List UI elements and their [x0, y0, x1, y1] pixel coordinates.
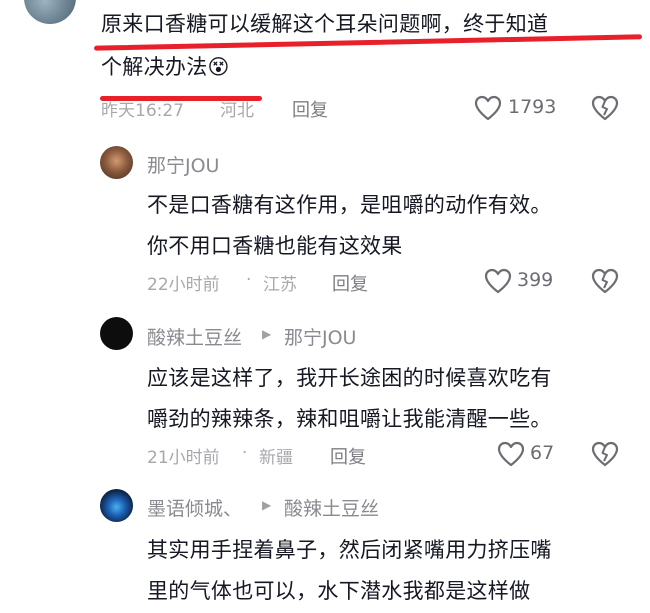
comment-text-line-1: 其实用手捏着鼻子，然后闭紧嘴用力挤压嘴 [147, 538, 552, 562]
comment-text-line-2: 你不用口香糖也能有这效果 [147, 234, 403, 258]
reply-button[interactable]: 回复 [292, 96, 328, 122]
separator-dot: · [246, 270, 252, 290]
reply-to-username[interactable]: 那宁JOU [284, 323, 356, 350]
avatar[interactable] [24, 0, 76, 24]
avatar[interactable] [100, 146, 133, 179]
like-count: 1793 [508, 96, 557, 118]
comment-text-line-1: 原来口香糖可以缓解这个耳朵问题啊，终于知道 [101, 12, 549, 36]
dislike-icon[interactable] [591, 268, 619, 294]
username[interactable]: 那宁JOU [147, 151, 219, 178]
dislike-icon[interactable] [591, 441, 619, 467]
separator-dot: · [242, 443, 248, 463]
username[interactable]: 酸辣土豆丝 [147, 323, 242, 350]
red-underline-annotation-2 [100, 96, 262, 101]
comment-text-line-1: 不是口香糖有这作用，是咀嚼的动作有效。 [147, 193, 552, 217]
reply-arrow-icon: ▶ [262, 327, 272, 341]
reply-to-username[interactable]: 酸辣土豆丝 [284, 494, 379, 521]
like-count: 399 [517, 269, 554, 291]
like-icon[interactable] [497, 441, 525, 467]
avatar[interactable] [100, 317, 133, 350]
comment-time: 22小时前 [147, 275, 220, 295]
comment-text-line-1: 应该是这样了，我开长途困的时候喜欢吃有 [147, 366, 552, 390]
reply-button[interactable]: 回复 [332, 270, 368, 296]
dislike-icon[interactable] [591, 95, 619, 121]
dizzy-face-emoji-icon: 😵 [207, 55, 230, 79]
like-count: 67 [530, 442, 555, 464]
comment-location: 新疆 [259, 448, 293, 468]
like-icon[interactable] [474, 95, 502, 121]
avatar[interactable] [100, 489, 133, 522]
reply-arrow-icon: ▶ [262, 498, 272, 512]
comment-text-line-2: 里的气体也可以，水下潜水我都是这样做 [147, 579, 531, 603]
comment-text-line-2: 嚼劲的辣辣条，辣和咀嚼让我能清醒一些。 [147, 407, 552, 431]
reply-button[interactable]: 回复 [330, 443, 366, 469]
comment-location: 江苏 [263, 275, 297, 295]
like-icon[interactable] [484, 268, 512, 294]
comment-time: 21小时前 [147, 448, 220, 468]
username[interactable]: 墨语倾城、 [147, 494, 242, 521]
comment-text-line-2: 个解决办法😵 [101, 55, 230, 79]
